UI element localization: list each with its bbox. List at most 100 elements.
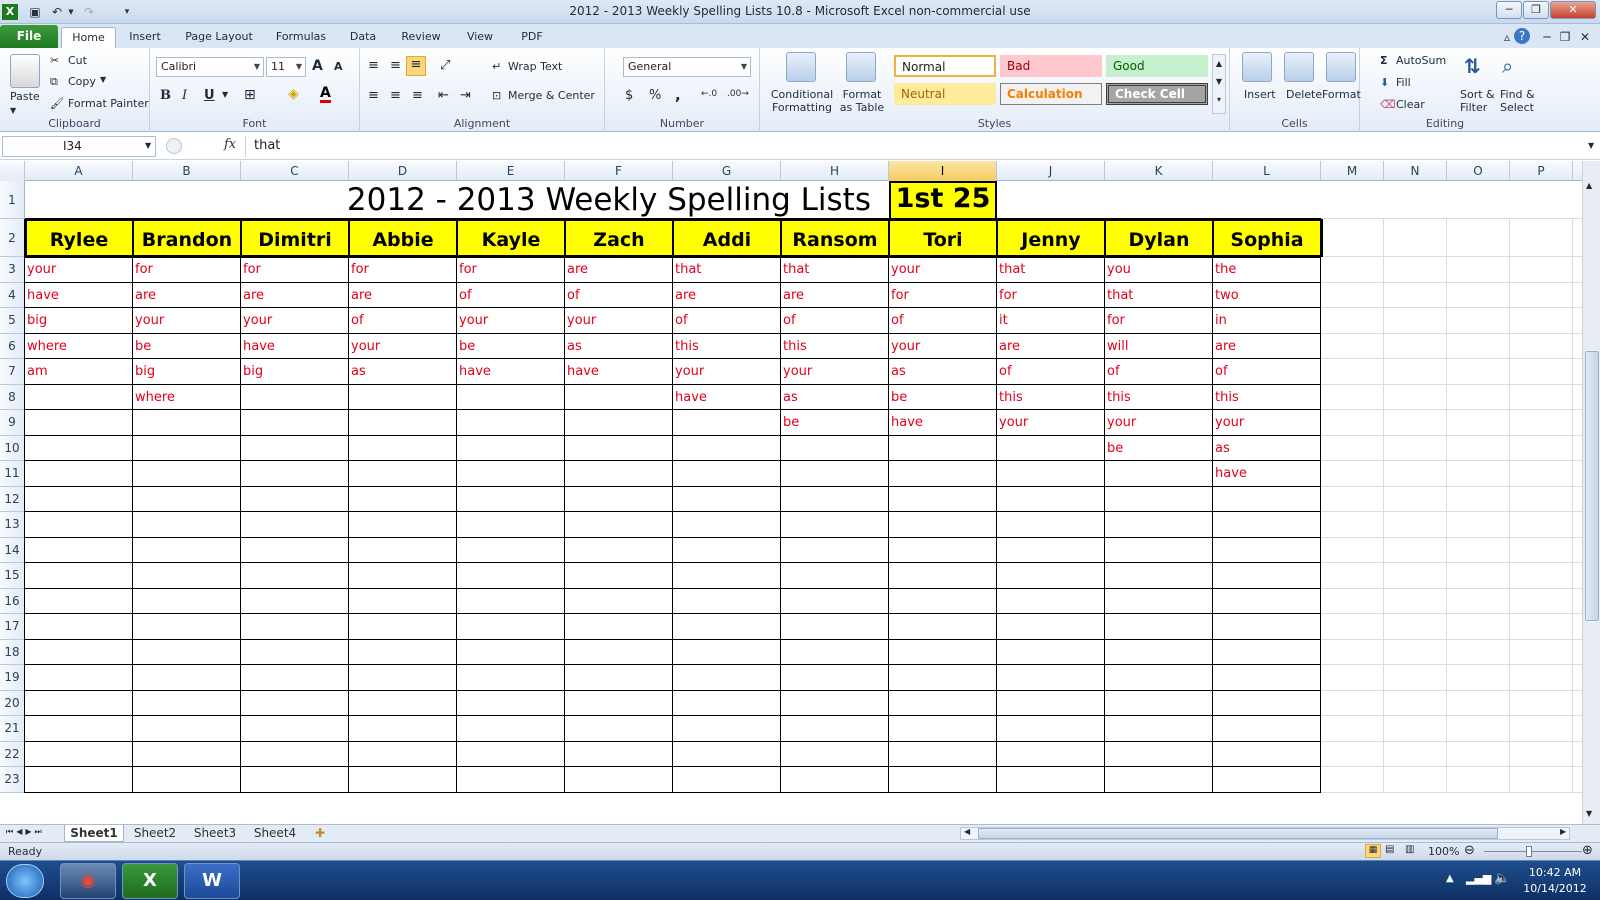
start-button[interactable]	[6, 864, 44, 898]
normal-view-icon[interactable]: ▦	[1365, 844, 1381, 858]
spelling-word-cell[interactable]: your	[1213, 410, 1320, 435]
fill-button[interactable]: Fill	[1396, 76, 1411, 89]
style-bad[interactable]: Bad	[1000, 55, 1102, 77]
spelling-word-cell[interactable]: are	[781, 282, 888, 307]
row-header-21[interactable]: 21	[0, 716, 25, 742]
spelling-word-cell[interactable]: for	[997, 282, 1104, 307]
word-taskbar-icon[interactable]: W	[184, 863, 240, 899]
student-name-zach[interactable]: Zach	[565, 219, 673, 257]
spelling-word-cell[interactable]: be	[889, 384, 996, 409]
student-name-tori[interactable]: Tori	[889, 219, 997, 257]
spelling-word-cell[interactable]: as	[781, 384, 888, 409]
student-name-abbie[interactable]: Abbie	[349, 219, 457, 257]
list-tag-cell[interactable]: 1st 25	[889, 181, 997, 219]
student-name-jenny[interactable]: Jenny	[997, 219, 1105, 257]
align-center-icon[interactable]: ≡	[390, 88, 401, 103]
cut-button[interactable]: Cut	[68, 54, 87, 67]
sheet-tab-2[interactable]: Sheet2	[126, 825, 184, 842]
spelling-word-cell[interactable]: of	[673, 308, 780, 333]
student-name-brandon[interactable]: Brandon	[133, 219, 241, 257]
spelling-word-cell[interactable]: have	[1213, 461, 1320, 486]
spelling-word-cell[interactable]: where	[133, 384, 240, 409]
font-size-select[interactable]: 11 ▼	[266, 57, 306, 77]
tab-view[interactable]: View	[460, 27, 500, 48]
spelling-word-cell[interactable]: that	[997, 257, 1104, 282]
currency-button[interactable]: $	[625, 88, 633, 103]
column-header-e[interactable]: E	[457, 161, 565, 181]
spelling-word-cell[interactable]: be	[1105, 435, 1212, 460]
sheet-tab-4[interactable]: Sheet4	[246, 825, 304, 842]
spelling-word-cell[interactable]: are	[1213, 333, 1320, 358]
help-icon[interactable]: ?	[1514, 28, 1530, 44]
student-name-ransom[interactable]: Ransom	[781, 219, 889, 257]
spelling-word-cell[interactable]: have	[889, 410, 996, 435]
student-name-sophia[interactable]: Sophia	[1213, 219, 1321, 257]
align-left-icon[interactable]: ≡	[368, 88, 379, 103]
style-normal[interactable]: Normal	[894, 55, 996, 77]
find-select-label-1[interactable]: Find &	[1500, 88, 1535, 101]
row-header-10[interactable]: 10	[0, 435, 25, 461]
copy-dropdown-icon[interactable]: ▼	[100, 75, 106, 84]
align-right-icon[interactable]: ≡	[412, 88, 423, 103]
percent-button[interactable]: %	[649, 88, 661, 103]
spelling-word-cell[interactable]: are	[349, 282, 456, 307]
paste-dropdown-icon[interactable]: ▼	[10, 106, 16, 115]
spelling-word-cell[interactable]: your	[25, 257, 132, 282]
row-header-4[interactable]: 4	[0, 282, 25, 308]
underline-button[interactable]: U	[204, 88, 215, 103]
scroll-left-icon[interactable]: ◀	[964, 827, 970, 836]
column-header-m[interactable]: M	[1321, 161, 1384, 181]
row-header-7[interactable]: 7	[0, 359, 25, 385]
column-header-f[interactable]: F	[565, 161, 673, 181]
wrap-text-button[interactable]: Wrap Text	[508, 60, 562, 73]
style-good[interactable]: Good	[1106, 55, 1208, 77]
format-painter-icon[interactable]: 🖌	[50, 97, 64, 110]
spelling-word-cell[interactable]: this	[781, 333, 888, 358]
spelling-word-cell[interactable]: big	[241, 359, 348, 384]
spelling-word-cell[interactable]: are	[241, 282, 348, 307]
spelling-word-cell[interactable]: for	[457, 257, 564, 282]
close-button[interactable]: ✕	[1550, 1, 1596, 19]
column-header-g[interactable]: G	[673, 161, 781, 181]
row-header-18[interactable]: 18	[0, 639, 25, 665]
spelling-word-cell[interactable]: big	[133, 359, 240, 384]
spelling-word-cell[interactable]: that	[1105, 282, 1212, 307]
spelling-word-cell[interactable]: be	[781, 410, 888, 435]
sheet-tab-1[interactable]: Sheet1	[64, 825, 124, 842]
align-middle-icon[interactable]: ≡	[390, 58, 401, 73]
expand-formula-icon[interactable]	[166, 138, 182, 154]
spelling-word-cell[interactable]: as	[889, 359, 996, 384]
excel-taskbar-icon[interactable]: X	[122, 863, 178, 899]
row-header-15[interactable]: 15	[0, 563, 25, 589]
spelling-word-cell[interactable]: your	[997, 410, 1104, 435]
column-header-i[interactable]: I	[889, 161, 997, 181]
column-header-j[interactable]: J	[997, 161, 1105, 181]
row-header-1[interactable]: 1	[0, 181, 25, 219]
paste-icon[interactable]	[10, 54, 40, 88]
spelling-word-cell[interactable]: have	[25, 282, 132, 307]
spelling-word-cell[interactable]: your	[565, 308, 672, 333]
increase-decimal-icon[interactable]: ←.0	[701, 89, 717, 99]
spelling-word-cell[interactable]: be	[457, 333, 564, 358]
spelling-word-cell[interactable]: for	[1105, 308, 1212, 333]
maximize-button[interactable]: ❐	[1523, 1, 1549, 19]
tab-review[interactable]: Review	[396, 27, 446, 48]
spelling-word-cell[interactable]: your	[781, 359, 888, 384]
tab-insert[interactable]: Insert	[122, 27, 168, 48]
row-header-13[interactable]: 13	[0, 512, 25, 538]
horizontal-scroll-thumb[interactable]	[978, 828, 1498, 839]
row-header-5[interactable]: 5	[0, 308, 25, 334]
name-box[interactable]: I34	[2, 136, 156, 157]
scroll-right-icon[interactable]: ▶	[1560, 827, 1566, 836]
style-calculation[interactable]: Calculation	[1000, 83, 1102, 105]
row-header-2[interactable]: 2	[0, 219, 25, 257]
font-family-select[interactable]: Calibri ▼	[156, 57, 264, 77]
styles-scroll-icon[interactable]: ▲ ▼ ▾	[1212, 54, 1226, 114]
name-box-dropdown-icon[interactable]: ▼	[145, 141, 151, 150]
comma-button[interactable]: ,	[675, 86, 681, 104]
spelling-word-cell[interactable]: where	[25, 333, 132, 358]
row-header-9[interactable]: 9	[0, 410, 25, 436]
formula-input[interactable]: that	[245, 136, 1586, 157]
fill-color-icon[interactable]: ◈	[288, 86, 299, 102]
spelling-word-cell[interactable]: big	[25, 308, 132, 333]
